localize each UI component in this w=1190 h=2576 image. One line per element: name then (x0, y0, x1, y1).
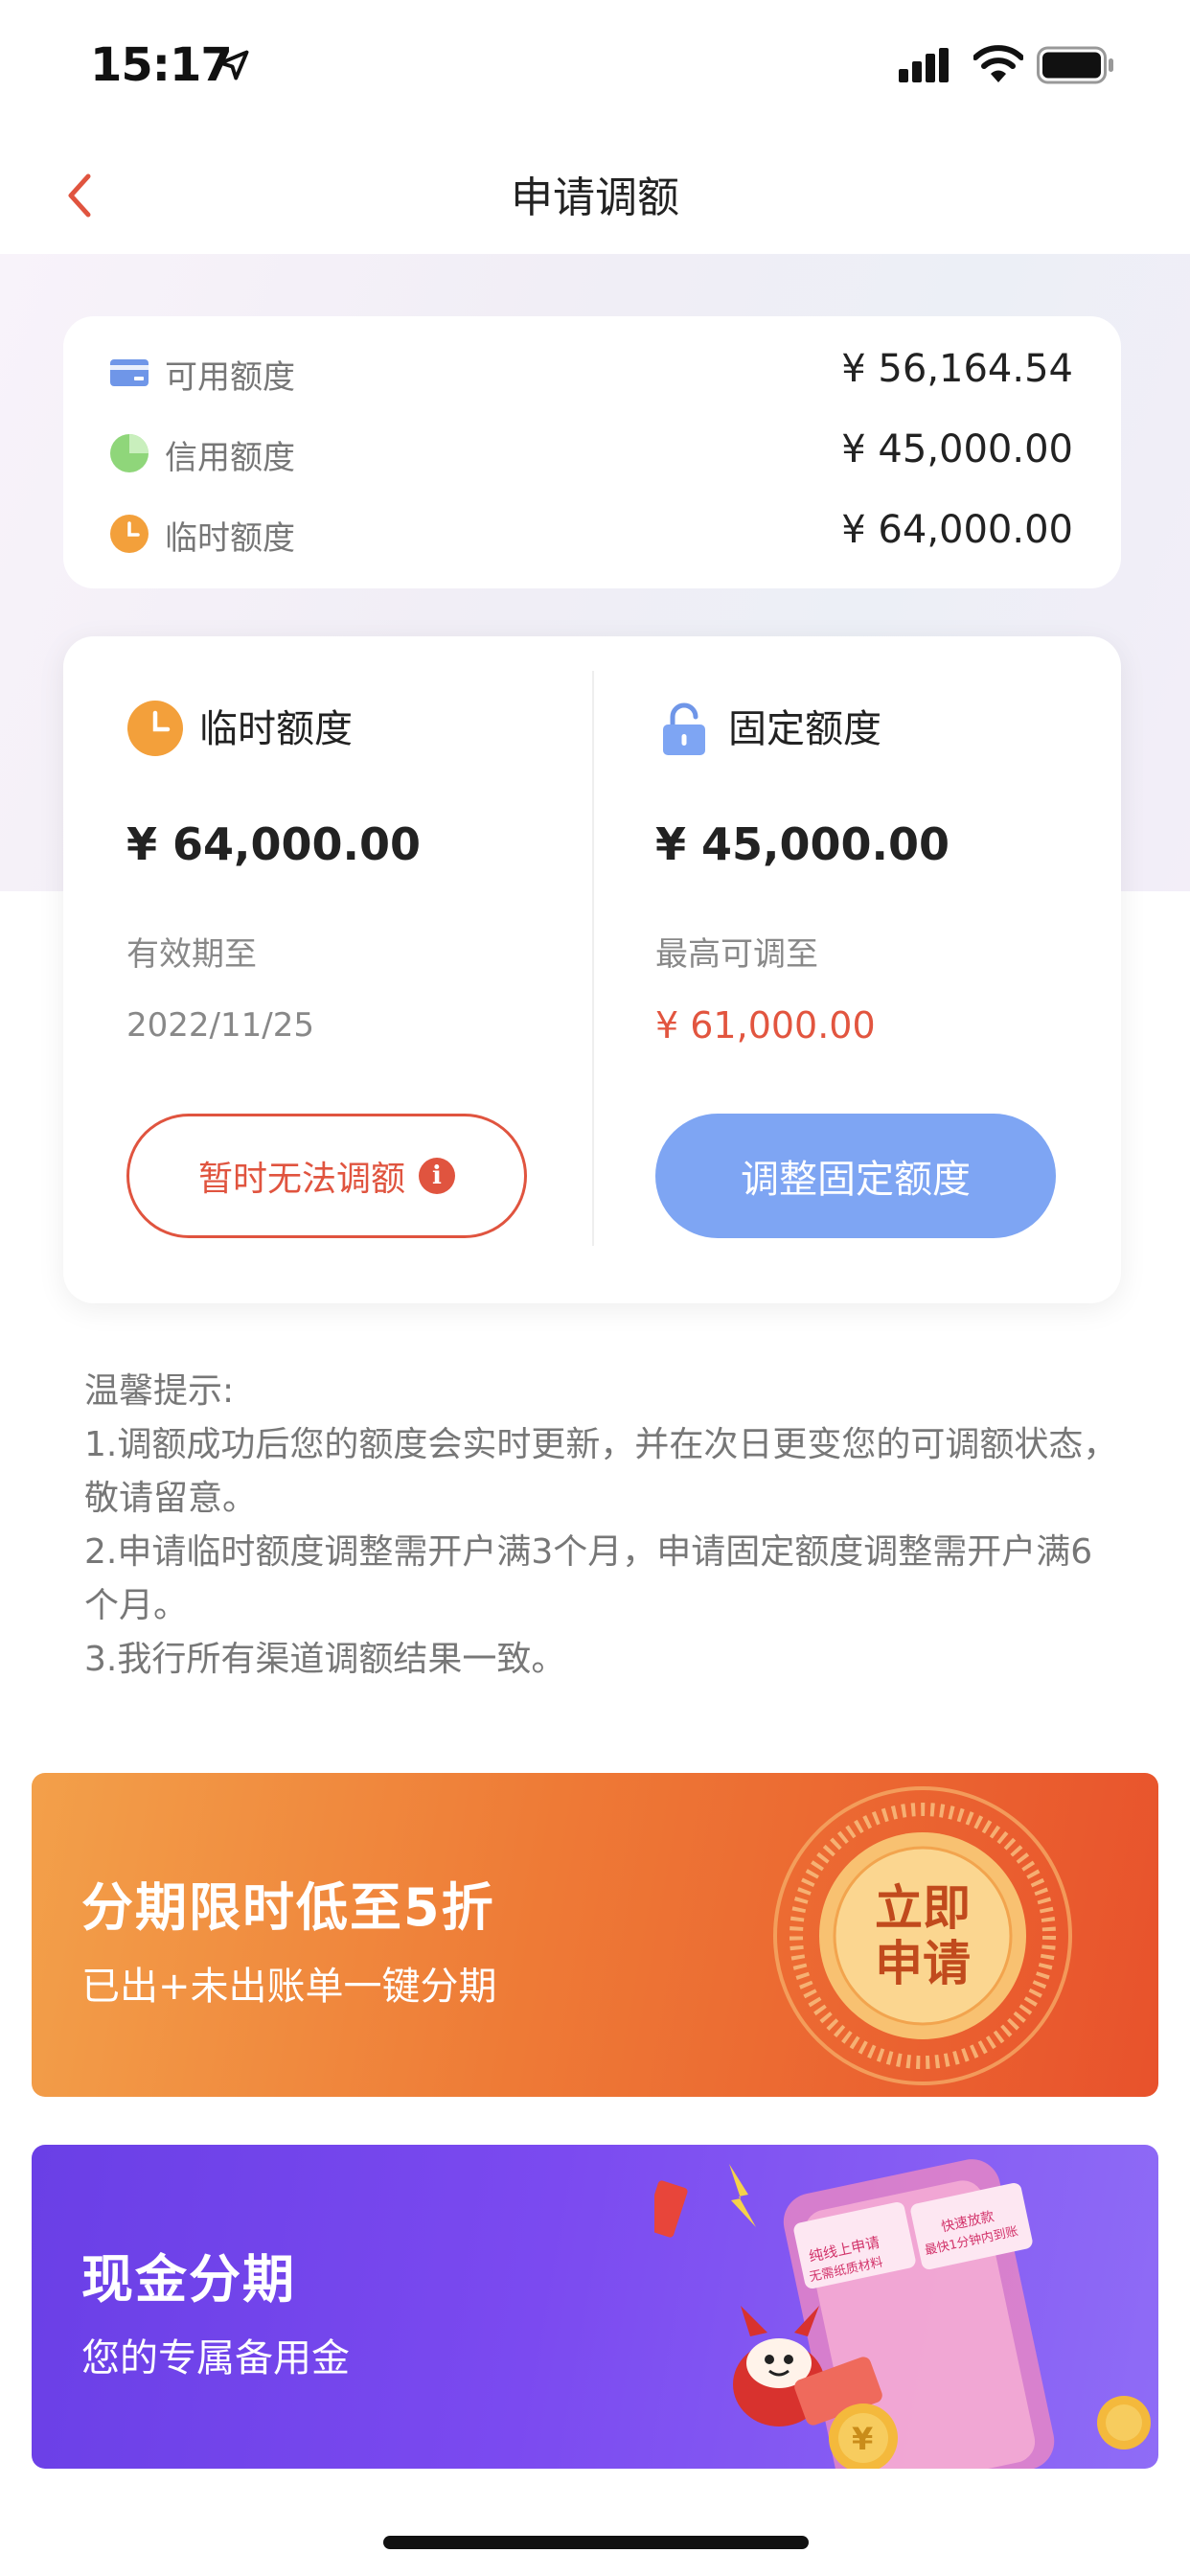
tip-item: 1.调额成功后您的额度会实时更新，并在次日更变您的可调额状态，敬请留意。 (84, 1425, 1118, 1518)
temporary-limit-title: 临时额度 (199, 707, 353, 751)
info-icon[interactable]: i (419, 1158, 455, 1194)
page-title: 申请调额 (511, 173, 679, 222)
wifi-icon (973, 45, 1023, 82)
badge-line2: 申请 (875, 1936, 971, 1991)
clock-icon (110, 515, 149, 553)
badge-line1: 立即 (875, 1880, 971, 1936)
summary-label: 信用额度 (165, 439, 295, 477)
limit-summary-card: 可用额度 ¥ 56,164.54 信用额度 ¥ 45,000.00 临时额度 ¥… (63, 316, 1121, 588)
max-adjust-amount: ¥ 61,000.00 (655, 1004, 876, 1046)
summary-value: ¥ 56,164.54 (841, 347, 1073, 391)
svg-text:¥: ¥ (852, 2421, 873, 2457)
summary-value: ¥ 64,000.00 (841, 508, 1073, 552)
summary-row-credit: 信用额度 ¥ 45,000.00 (109, 424, 1073, 481)
apply-now-text: 立即 申请 (769, 1782, 1076, 2089)
tips-section: 温馨提示: 1.调额成功后您的额度会实时更新，并在次日更变您的可调额状态，敬请留… (84, 1365, 1119, 1687)
pie-icon (110, 434, 149, 472)
location-arrow-icon (218, 50, 249, 80)
temporary-limit-column: 临时额度 ¥ 64,000.00 有效期至 2022/11/25 暂时无法调额 … (63, 636, 592, 1303)
installment-banner-title: 分期限时低至5折 (81, 1877, 495, 1938)
limit-detail-card: 临时额度 ¥ 64,000.00 有效期至 2022/11/25 暂时无法调额 … (63, 636, 1121, 1303)
temporary-limit-amount: ¥ 64,000.00 (126, 818, 422, 870)
battery-icon (1037, 46, 1113, 84)
fixed-limit-title: 固定额度 (728, 707, 881, 751)
home-indicator (383, 2536, 809, 2549)
nav-bar: 申请调额 (0, 134, 1190, 254)
cash-banner-title: 现金分期 (81, 2249, 296, 2310)
fixed-limit-column: 固定额度 ¥ 45,000.00 最高可调至 ¥ 61,000.00 调整固定额… (592, 636, 1121, 1303)
installment-promo-banner[interactable]: 分期限时低至5折 已出+未出账单一键分期 立即 申请 (32, 1773, 1158, 2097)
status-bar: 15:17 (0, 0, 1190, 134)
tip-item: 2.申请临时额度调整需开户满3个月，申请固定额度调整需开户满6个月。 (84, 1532, 1093, 1625)
tips-heading: 温馨提示: (84, 1371, 235, 1411)
card-icon (110, 359, 149, 386)
summary-row-available: 可用额度 ¥ 56,164.54 (109, 343, 1073, 401)
installment-banner-subtitle: 已出+未出账单一键分期 (81, 1965, 497, 2009)
cash-banner-subtitle: 您的专属备用金 (81, 2336, 350, 2380)
summary-row-temporary: 临时额度 ¥ 64,000.00 (109, 504, 1073, 562)
fixed-limit-amount: ¥ 45,000.00 (655, 818, 950, 870)
phone-mascot-illustration: 纯线上申请 无需纸质材料 快速放款 最快1分钟内到账 ¥ (654, 2159, 1151, 2469)
summary-value: ¥ 45,000.00 (841, 427, 1073, 472)
adjust-fixed-limit-button[interactable]: 调整固定额度 (655, 1114, 1056, 1238)
cash-installment-banner[interactable]: 现金分期 您的专属备用金 纯线上申请 无需纸质材料 快速放款 最快1分钟内到账 … (32, 2145, 1158, 2469)
status-time: 15:17 (90, 38, 233, 92)
tip-item: 3.我行所有渠道调额结果一致。 (84, 1640, 566, 1679)
expiry-date: 2022/11/25 (126, 1006, 314, 1045)
clock-icon (127, 701, 183, 756)
summary-label: 临时额度 (165, 519, 295, 558)
cannot-adjust-label: 暂时无法调额 (197, 1160, 405, 1199)
cellular-signal-icon (899, 48, 949, 82)
lock-icon (663, 702, 705, 755)
apply-now-badge[interactable]: 立即 申请 (769, 1782, 1076, 2089)
expiry-label: 有效期至 (126, 935, 257, 974)
max-adjust-label: 最高可调至 (655, 935, 818, 974)
cannot-adjust-button[interactable]: 暂时无法调额 i (126, 1114, 527, 1238)
summary-label: 可用额度 (165, 358, 295, 397)
